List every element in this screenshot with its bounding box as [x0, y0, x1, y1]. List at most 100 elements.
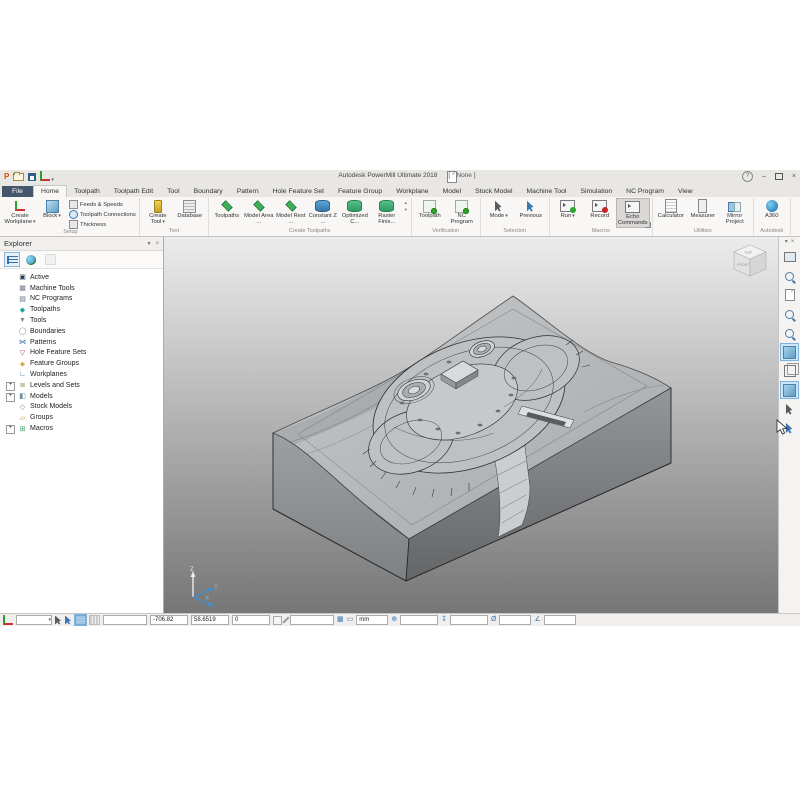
feeds-speeds-button[interactable]: Feeds & Speeds [69, 200, 136, 209]
powermill-logo-icon[interactable]: P [4, 172, 9, 181]
tree-item-boundaries[interactable]: ◯Boundaries [4, 326, 163, 337]
wireframe-view-button[interactable] [780, 362, 799, 380]
open-project-icon[interactable] [13, 173, 24, 181]
grid-toggle-icon[interactable] [75, 615, 86, 625]
mirror-project-button[interactable]: Mirror Project [719, 198, 751, 226]
model-area-clearance-button[interactable]: Model Area ... [243, 198, 275, 226]
zoom-box-button[interactable] [780, 305, 799, 323]
save-project-icon[interactable] [28, 173, 36, 181]
run-macro-button[interactable]: Run▾ [552, 198, 584, 220]
probe-value-field[interactable] [450, 615, 488, 625]
tab-workplane[interactable]: Workplane [389, 186, 435, 197]
tree-item-patterns[interactable]: ⋈Patterns [4, 337, 163, 348]
ruler-icon[interactable]: ▭ [347, 616, 354, 624]
create-tool-button[interactable]: Create Tool▾ [142, 198, 174, 226]
status-extra-field[interactable] [103, 615, 147, 625]
toolpath-connections-button[interactable]: Toolpath Connections [69, 210, 136, 219]
cursor-tool-icon[interactable] [55, 616, 62, 625]
z-coordinate-field[interactable]: 0 [232, 615, 270, 625]
block-button[interactable]: Block▾ [36, 198, 68, 220]
refresh-page-button[interactable] [780, 286, 799, 304]
expand-icon[interactable]: + [6, 425, 15, 434]
tree-item-workplanes[interactable]: ∟Workplanes [4, 369, 163, 380]
tab-tool[interactable]: Tool [160, 186, 186, 197]
zoom-fit-button[interactable] [780, 267, 799, 285]
tree-item-nc-programs[interactable]: ▤NC Programs [4, 294, 163, 305]
tab-feature-group[interactable]: Feature Group [331, 186, 389, 197]
shaded-view-button[interactable] [780, 381, 799, 399]
tab-hole-feature-set[interactable]: Hole Feature Set [266, 186, 331, 197]
constant-z-finishing-button[interactable]: Constant Z ... [307, 198, 339, 226]
target-icon[interactable]: ⊕ [391, 616, 397, 624]
zoom-previous-button[interactable] [780, 324, 799, 342]
strategy-scroll-buttons[interactable]: ▲ ▼ [403, 198, 409, 214]
view-toolbar-pin-icon[interactable]: ▾ [785, 238, 788, 247]
angle-field[interactable] [544, 615, 576, 625]
minimize-button[interactable]: – [762, 173, 766, 180]
tab-view[interactable]: View [671, 186, 700, 197]
model-rest-area-button[interactable]: Model Rest ... [275, 198, 307, 226]
close-button[interactable]: × [792, 173, 796, 180]
tab-machine-tool[interactable]: Machine Tool [520, 186, 574, 197]
tab-toolpath-edit[interactable]: Toolpath Edit [107, 186, 160, 197]
diameter-field[interactable] [499, 615, 531, 625]
tree-item-machine-tools[interactable]: ▦Machine Tools [4, 283, 163, 294]
tree-item-hole-feature-sets[interactable]: ▽Hole Feature Sets [4, 348, 163, 359]
tree-item-models[interactable]: +◧Models [4, 391, 163, 402]
tree-item-active[interactable]: ▣Active [4, 272, 163, 283]
tab-stock-model[interactable]: Stock Model [468, 186, 519, 197]
y-coordinate-field[interactable]: 58.6519 [191, 615, 229, 625]
tree-item-groups[interactable]: ▱Groups [4, 412, 163, 423]
expand-icon[interactable]: + [6, 382, 15, 391]
selection-mode-button[interactable]: Mode▾ [483, 198, 515, 220]
tree-item-tools[interactable]: ▼Tools [4, 315, 163, 326]
calculator-button[interactable]: Calculator [655, 198, 687, 219]
thickness-button[interactable]: Thickness [69, 220, 136, 229]
toolpaths-strategy-button[interactable]: Toolpaths [211, 198, 243, 219]
cursor-snap-icon[interactable] [65, 616, 72, 625]
previous-selection-button[interactable]: Previous [515, 198, 547, 219]
status-info-field[interactable] [290, 615, 334, 625]
tab-toolpath[interactable]: Toolpath [67, 186, 107, 197]
explorer-tree-view-button[interactable] [4, 252, 20, 267]
expand-icon[interactable]: + [6, 393, 15, 402]
grid-pause-icon[interactable]: ▦ [337, 616, 344, 624]
pin-probe-icon[interactable]: ↧ [441, 616, 447, 624]
verify-toolpath-button[interactable]: Toolpath [414, 198, 446, 219]
coordinate-checkbox[interactable] [273, 616, 282, 625]
create-workplane-button[interactable]: Create Workplane▾ [4, 198, 36, 226]
raster-finishing-button[interactable]: Raster Finis... [371, 198, 403, 226]
view-toolbar-close-icon[interactable]: × [791, 238, 795, 247]
workplane-quick-button[interactable]: ▾ [40, 171, 54, 183]
verify-nc-program-button[interactable]: NC Program [446, 198, 478, 226]
tab-file[interactable]: File [2, 186, 33, 197]
tab-model[interactable]: Model [436, 186, 469, 197]
target-value-field[interactable] [400, 615, 438, 625]
tab-pattern[interactable]: Pattern [230, 186, 266, 197]
graphics-viewport[interactable]: TOP FRONT Z X Y [164, 237, 778, 613]
x-coordinate-field[interactable]: -706.82 [150, 615, 188, 625]
explorer-close-icon[interactable]: × [155, 241, 159, 247]
tree-item-macros[interactable]: +⊞Macros [4, 423, 163, 434]
optimized-constant-z-button[interactable]: Optimized C... [339, 198, 371, 226]
box-select-button[interactable] [780, 400, 799, 418]
tool-database-button[interactable]: Database [174, 198, 206, 219]
macros-dialog-launcher-icon[interactable] [645, 222, 651, 228]
tab-simulation[interactable]: Simulation [573, 186, 619, 197]
explorer-pin-icon[interactable]: ▾ [147, 240, 150, 247]
workplane-combo[interactable]: ▾ [16, 615, 52, 625]
tab-home[interactable]: Home [33, 185, 67, 197]
explorer-web-view-button[interactable] [23, 252, 39, 267]
tree-item-toolpaths[interactable]: ◆Toolpaths [4, 304, 163, 315]
help-button[interactable]: ? [742, 171, 753, 182]
tab-nc-program[interactable]: NC Program [619, 186, 671, 197]
iso-view-button[interactable] [780, 343, 799, 361]
tree-item-levels-and-sets[interactable]: +≣Levels and Sets [4, 380, 163, 391]
record-macro-button[interactable]: Record [584, 198, 616, 219]
tree-item-feature-groups[interactable]: ◈Feature Groups [4, 358, 163, 369]
tree-item-stock-models[interactable]: ◇Stock Models [4, 402, 163, 413]
redraw-view-button[interactable] [780, 248, 799, 266]
measurer-button[interactable]: Measurer [687, 198, 719, 219]
view-cube[interactable]: TOP FRONT [728, 242, 772, 280]
restore-button[interactable] [775, 173, 783, 180]
